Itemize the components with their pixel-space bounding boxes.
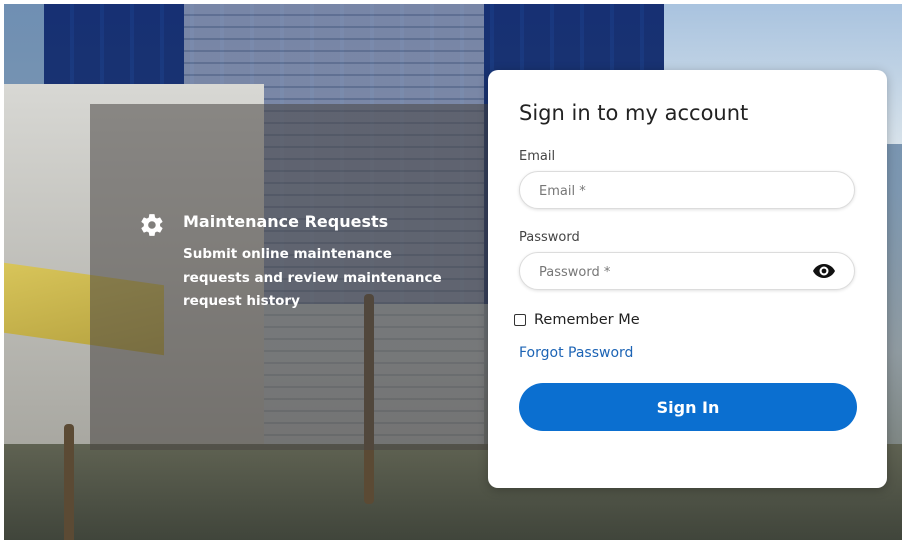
sign-in-heading: Sign in to my account [519, 101, 749, 125]
password-field[interactable] [537, 253, 811, 291]
email-label: Email [519, 149, 556, 164]
forgot-password-link[interactable]: Forgot Password [519, 345, 633, 361]
email-field-wrapper [519, 171, 855, 210]
password-field-wrapper [519, 252, 855, 291]
password-label: Password [519, 230, 580, 245]
eye-icon[interactable] [812, 261, 836, 281]
feature-title: Maintenance Requests [183, 212, 389, 231]
remember-me-label: Remember Me [534, 312, 640, 328]
sign-in-card: Sign in to my account Email Password Rem… [488, 70, 887, 488]
remember-me[interactable]: Remember Me [514, 312, 640, 328]
email-field[interactable] [537, 172, 811, 210]
sign-in-button[interactable]: Sign In [519, 383, 857, 431]
palm-trunk [64, 424, 74, 540]
gear-icon [139, 212, 165, 238]
remember-me-checkbox[interactable] [514, 314, 526, 326]
feature-description: Submit online maintenance requests and r… [183, 246, 442, 309]
